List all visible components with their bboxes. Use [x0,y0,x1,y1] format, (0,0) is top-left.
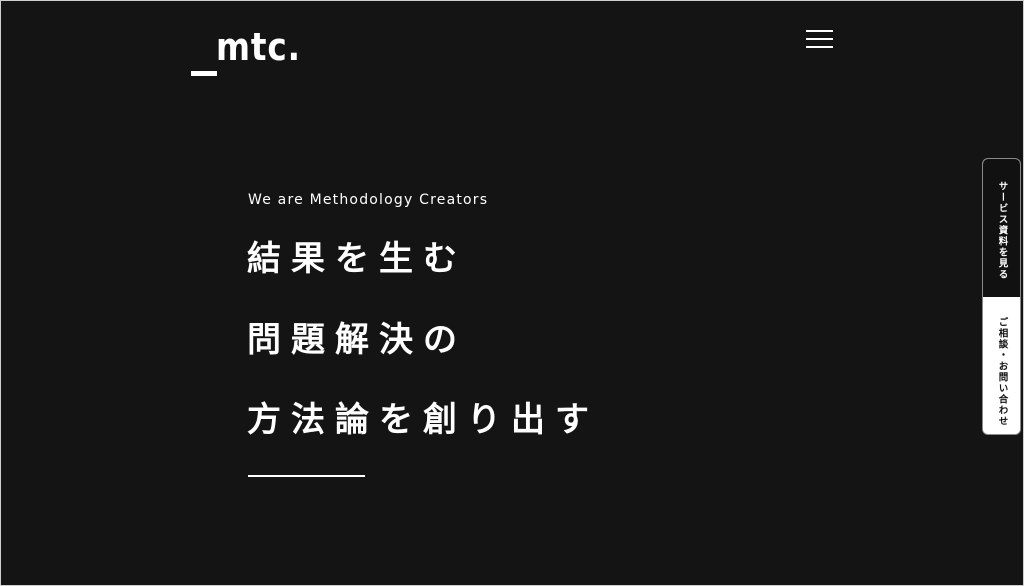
hero-headline-line-1: 結果を生む [247,239,467,279]
logo-underscore-bar [191,71,217,76]
logo-text: mtc. [216,25,301,69]
page-frame: mtc. We are Methodology Creators 結果を生む 問… [0,0,1024,586]
hamburger-menu-icon-line-bottom [806,46,833,48]
contact-tab-label: ご相談・お問い合わせ [996,317,1008,427]
side-tab-group: サービス資料を見る ご相談・お問い合わせ [982,158,1021,435]
hero-tagline: We are Methodology Creators [248,192,489,208]
hero-divider [248,475,365,477]
hero-headline-line-2: 問題解決の [247,320,467,360]
service-docs-tab[interactable]: サービス資料を見る [983,159,1020,297]
site-logo[interactable]: mtc. [190,27,300,83]
hamburger-menu-icon-line-top [806,30,833,32]
hero-headline-line-3: 方法論を創り出す [247,400,599,440]
service-docs-tab-label: サービス資料を見る [996,181,1008,280]
hamburger-menu-button[interactable] [804,27,836,51]
contact-tab[interactable]: ご相談・お問い合わせ [983,297,1020,434]
hamburger-menu-icon-line-middle [806,38,833,40]
